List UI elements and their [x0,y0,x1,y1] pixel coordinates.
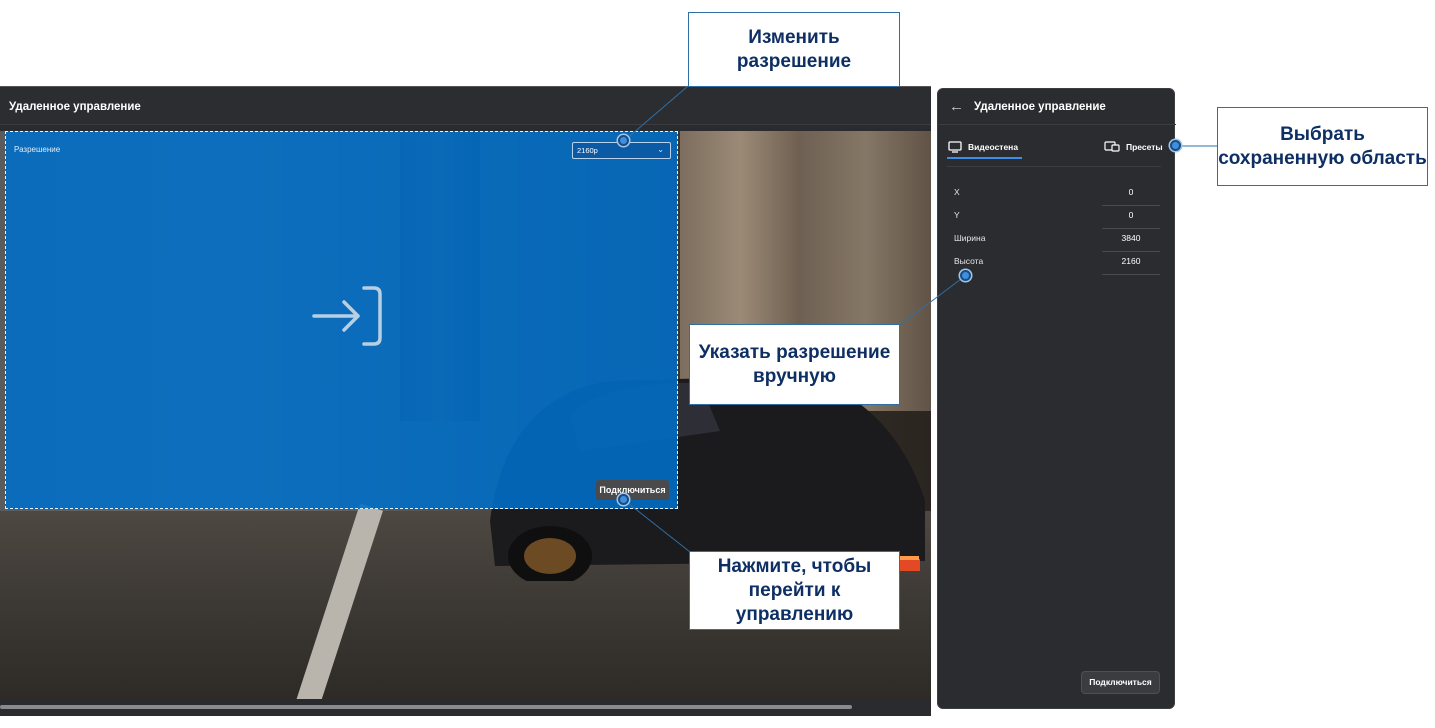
chevron-down-icon: ⌄ [657,145,664,154]
tab-label: Пресеты [1126,142,1163,152]
presets-icon [1104,141,1120,152]
selection-area[interactable]: Разрешение 2160p ⌄ Подключиться [5,131,678,509]
back-arrow-icon[interactable]: ← [949,98,964,115]
resolution-label: Разрешение [14,145,61,154]
field-y-input[interactable]: 0 [1102,207,1160,229]
window-title: Удаленное управление [0,87,931,125]
callout-change-resolution: Изменить разрешение [688,12,900,87]
callout-press-to-control: Нажмите, чтобы перейти к управлению [689,551,900,630]
enter-arrow-icon [312,286,382,346]
monitor-icon [948,141,962,153]
active-tab-indicator [947,157,1022,159]
field-width-input[interactable]: 3840 [1102,230,1160,252]
callout-marker [960,270,971,281]
callout-marker [1170,140,1181,151]
horizontal-scrollbar[interactable] [0,705,852,709]
callout-marker [618,135,629,146]
callout-marker [618,494,629,505]
side-title: Удаленное управление [974,101,1106,113]
tab-divider [947,166,1161,167]
field-height-input[interactable]: 2160 [1102,253,1160,275]
field-y-label: Y [954,210,960,220]
side-header: ← Удаленное управление [938,89,1176,125]
field-x-label: X [954,187,960,197]
tab-presets[interactable]: Пресеты [1104,137,1163,157]
side-connect-button[interactable]: Подключиться [1081,671,1160,694]
field-x-input[interactable]: 0 [1102,184,1160,206]
tab-videowall[interactable]: Видеостена [948,137,1018,157]
connect-button[interactable]: Подключиться [596,480,669,500]
callout-choose-saved-area: Выбрать сохраненную область [1217,107,1428,186]
side-panel: ← Удаленное управление Видеостена Пресет… [937,88,1176,709]
callout-manual-resolution: Указать разрешение вручную [689,324,900,405]
field-height-label: Высота [954,256,984,266]
field-width-label: Ширина [954,233,986,243]
resolution-value: 2160p [577,146,598,155]
tab-label: Видеостена [968,142,1019,152]
